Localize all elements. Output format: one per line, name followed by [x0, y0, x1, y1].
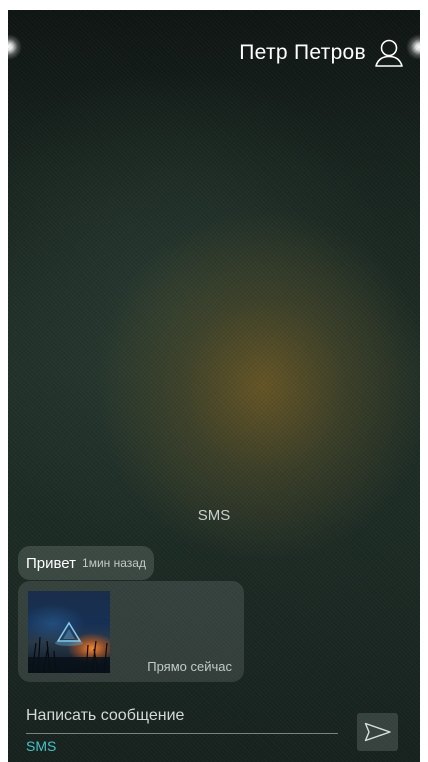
chat-header: Петр Петров: [239, 38, 404, 68]
message-bubble[interactable]: Привет 1мин назад: [18, 546, 154, 580]
channel-label: SMS: [197, 507, 231, 524]
send-icon: [364, 722, 392, 742]
message-text: Привет: [26, 554, 77, 572]
message-composer: SMS: [8, 700, 420, 762]
photo-thumbnail[interactable]: [28, 591, 110, 673]
send-button[interactable]: [357, 713, 398, 751]
message-input[interactable]: [26, 703, 338, 734]
light-flare-left: [8, 34, 22, 60]
contact-name[interactable]: Петр Петров: [239, 41, 366, 65]
message-time: Прямо сейчас: [147, 659, 232, 674]
light-flare-right: [406, 34, 420, 60]
image-message-bubble[interactable]: Прямо сейчас: [18, 581, 244, 682]
chat-screen: Петр Петров SMS Привет 1мин назад Прямо …: [8, 10, 420, 762]
send-channel-selector[interactable]: SMS: [26, 738, 56, 754]
message-time: 1мин назад: [82, 556, 146, 570]
user-icon[interactable]: [374, 38, 404, 68]
